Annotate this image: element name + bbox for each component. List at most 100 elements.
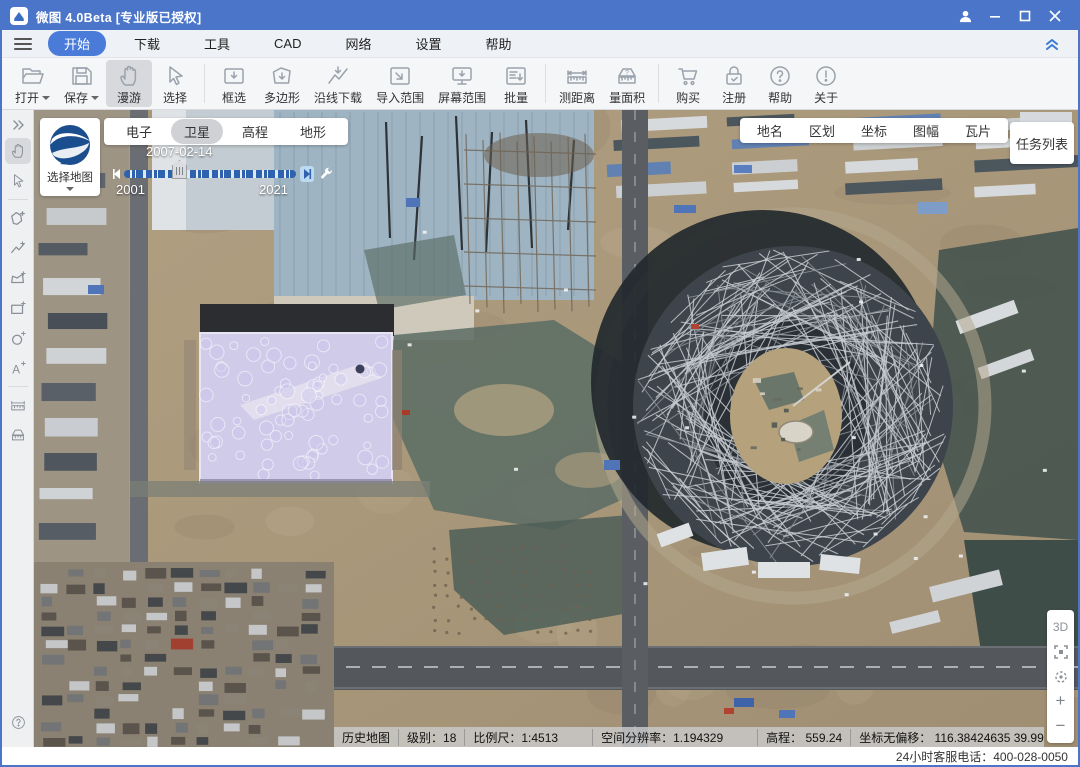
- dropdown-caret-icon: [42, 96, 50, 100]
- left-tool-sidebar: A: [2, 110, 34, 747]
- map-type-tabs: 电子 卫星 高程 地形: [104, 118, 348, 145]
- task-list-button[interactable]: 任务列表: [1010, 122, 1074, 164]
- menu-item-network[interactable]: 网络: [330, 31, 388, 56]
- measure-distance-button[interactable]: 测距离: [552, 60, 602, 107]
- screen-extent-icon: [449, 63, 475, 89]
- overlay-mapsheet-button[interactable]: 图幅: [900, 119, 952, 142]
- polyline-download-icon: [325, 63, 351, 89]
- status-history-map: 历史地图: [334, 729, 398, 746]
- status-scale: 比例尺：1:4513: [464, 729, 566, 746]
- mode-3d-button[interactable]: 3D: [1047, 616, 1074, 638]
- expand-panel-icon[interactable]: [5, 116, 31, 134]
- map-statusbar: 历史地图 级别：18 比例尺：1:4513 空间分辨率：1.194329 高程：…: [334, 727, 1044, 747]
- collapse-ribbon-icon[interactable]: [1044, 36, 1060, 52]
- app-title: 微图 4.0Beta [专业版已授权]: [36, 7, 201, 26]
- timeline-prev-button[interactable]: [110, 166, 124, 182]
- batch-download-icon: [503, 63, 529, 89]
- minimize-icon[interactable]: [980, 2, 1010, 30]
- service-phone: 24小时客服电话：400-028-0050: [896, 748, 1068, 765]
- cart-icon: [675, 63, 701, 89]
- svg-text:?: ?: [625, 70, 629, 77]
- titlebar: 微图 4.0Beta [专业版已授权]: [2, 2, 1078, 30]
- open-button[interactable]: 打开: [8, 60, 57, 107]
- timeline-range-start: 2001: [116, 182, 145, 197]
- app-logo-icon: [10, 7, 28, 25]
- globe-logo-icon: [48, 123, 92, 167]
- select-tool-button[interactable]: 选择: [152, 60, 198, 107]
- timeline-slider-track[interactable]: [124, 170, 296, 178]
- measure-area-button[interactable]: ? 量面积: [602, 60, 652, 107]
- select-map-label: 选择地图: [47, 169, 93, 185]
- tab-electronic-map[interactable]: 电子: [113, 119, 165, 144]
- about-circle-icon: [813, 63, 839, 89]
- menubar: 开始 下载 工具 CAD 网络 设置 帮助: [2, 30, 1078, 58]
- measure-area-icon[interactable]: [5, 422, 31, 448]
- ribbon-toolbar: 打开 保存 漫游 选择 框选 多边形 沿线下载 导入范围: [2, 58, 1078, 110]
- menu-item-help[interactable]: 帮助: [470, 31, 528, 56]
- footer-bar: 24小时客服电话：400-028-0050: [2, 747, 1078, 765]
- screen-extent-button[interactable]: 屏幕范围: [431, 60, 493, 107]
- app-window: 微图 4.0Beta [专业版已授权] 开始 下载 工具 CAD 网络 设置 帮…: [0, 0, 1080, 767]
- maximize-icon[interactable]: [1010, 2, 1040, 30]
- menu-item-tools[interactable]: 工具: [188, 31, 246, 56]
- add-polyline-icon[interactable]: [5, 235, 31, 261]
- add-circle-icon[interactable]: [5, 325, 31, 351]
- menu-item-download[interactable]: 下载: [118, 31, 176, 56]
- overlay-tiles-button[interactable]: 瓦片: [952, 119, 1004, 142]
- tab-satellite-map[interactable]: 卫星: [171, 119, 223, 144]
- close-icon[interactable]: [1040, 2, 1070, 30]
- add-rect-icon[interactable]: [5, 295, 31, 321]
- along-line-download-button[interactable]: 沿线下载: [307, 60, 369, 107]
- register-button[interactable]: 注册: [711, 60, 757, 107]
- menu-item-home[interactable]: 开始: [48, 31, 106, 56]
- help-circle-icon[interactable]: [5, 709, 31, 735]
- box-select-button[interactable]: 框选: [211, 60, 257, 107]
- add-text-icon[interactable]: A: [5, 355, 31, 381]
- map-canvas[interactable]: 选择地图 电子 卫星 高程 地形 2007-02-14: [34, 110, 1078, 747]
- polygon-download-icon: [269, 63, 295, 89]
- measure-distance-icon: [564, 63, 590, 89]
- satellite-imagery: [34, 110, 1078, 747]
- help-button[interactable]: 帮助: [757, 60, 803, 107]
- select-map-button[interactable]: 选择地图: [40, 118, 100, 196]
- help-circle-icon: [767, 63, 793, 89]
- pan-hand-icon[interactable]: [5, 138, 31, 164]
- timeline-next-button[interactable]: [300, 166, 314, 182]
- timeline-range-end: 2021: [259, 182, 288, 197]
- fullscreen-icon[interactable]: [1047, 641, 1074, 663]
- menu-item-settings[interactable]: 设置: [400, 31, 458, 56]
- measure-area-icon: ?: [614, 63, 640, 89]
- about-button[interactable]: 关于: [803, 60, 849, 107]
- import-extent-button[interactable]: 导入范围: [369, 60, 431, 107]
- measure-distance-icon[interactable]: [5, 392, 31, 418]
- select-cursor-icon: [162, 63, 188, 89]
- import-extent-icon: [387, 63, 413, 89]
- status-spatial-resolution: 空间分辨率：1.194329: [592, 729, 731, 746]
- folder-open-icon: [20, 63, 46, 89]
- add-polygon-icon[interactable]: [5, 205, 31, 231]
- save-button[interactable]: 保存: [57, 60, 106, 107]
- batch-download-button[interactable]: 批量: [493, 60, 539, 107]
- locate-icon[interactable]: [1047, 666, 1074, 688]
- add-area-icon[interactable]: [5, 265, 31, 291]
- dropdown-caret-icon: [91, 96, 99, 100]
- menu-item-cad[interactable]: CAD: [258, 33, 317, 54]
- polygon-download-button[interactable]: 多边形: [257, 60, 307, 107]
- timeline-current-date: 2007-02-14: [146, 144, 213, 159]
- tab-terrain-map[interactable]: 地形: [287, 119, 339, 144]
- purchase-button[interactable]: 购买: [665, 60, 711, 107]
- pan-tool-button[interactable]: 漫游: [106, 60, 152, 107]
- overlay-districts-button[interactable]: 区划: [796, 119, 848, 142]
- zoom-in-button[interactable]: +: [1047, 690, 1074, 712]
- overlay-coordinates-button[interactable]: 坐标: [848, 119, 900, 142]
- tab-elevation-map[interactable]: 高程: [229, 119, 281, 144]
- pan-hand-icon: [116, 63, 142, 89]
- zoom-out-button[interactable]: −: [1047, 715, 1074, 737]
- timeline-settings-wrench-icon[interactable]: [319, 166, 334, 184]
- overlay-placenames-button[interactable]: 地名: [744, 119, 796, 142]
- user-icon[interactable]: [950, 2, 980, 30]
- status-zoom-level: 级别：18: [398, 729, 464, 746]
- select-cursor-icon[interactable]: [5, 168, 31, 194]
- save-icon: [69, 63, 95, 89]
- hamburger-menu-icon[interactable]: [14, 38, 32, 50]
